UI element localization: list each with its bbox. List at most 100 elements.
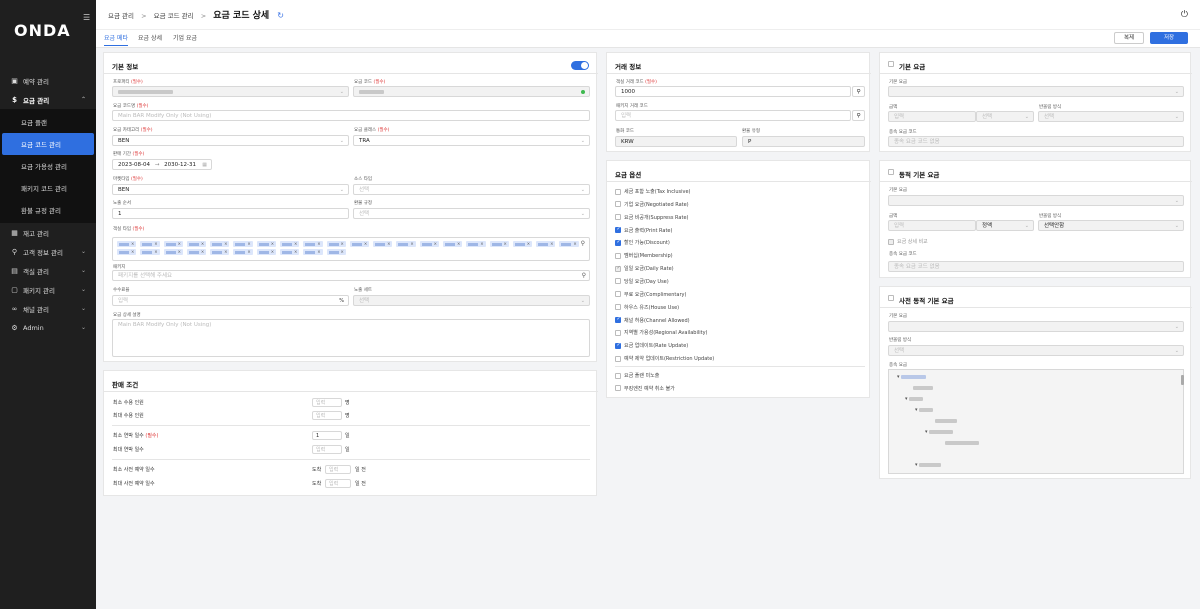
room-type-chip[interactable]: × — [233, 249, 253, 255]
rate-option-checkbox[interactable] — [615, 214, 621, 221]
rate-option-row[interactable]: 부킹엔진 예약 취소 불가 — [615, 385, 675, 392]
dynamic-rate-checkbox[interactable] — [888, 169, 894, 175]
room-type-chip[interactable]: × — [489, 241, 509, 247]
room-type-chip[interactable]: × — [233, 241, 253, 247]
room-type-chip[interactable]: × — [140, 241, 160, 247]
sidebar-item-channel[interactable]: ∞ 채널 관리 ⌄ — [0, 299, 96, 318]
market-select[interactable]: BEN ⌄ — [112, 184, 349, 195]
rate-option-row[interactable]: 무료 요금(Complimentary) — [615, 291, 686, 298]
rate-code-field[interactable] — [353, 86, 590, 97]
rate-option-row[interactable]: 지역별 가용성(Regional Availability) — [615, 329, 708, 336]
room-type-chip[interactable]: × — [442, 241, 463, 247]
tab-rate-detail[interactable]: 요금 상세 — [138, 33, 162, 42]
rate-option-row[interactable]: 요금 비공개(Suppress Rate) — [615, 214, 688, 221]
breadcrumb-rate[interactable]: 요금 관리 — [108, 12, 134, 20]
sub-code-tree[interactable]: ▾ ▾ ▾ ▾ ▾ — [888, 369, 1184, 474]
advance-rate-checkbox[interactable] — [888, 295, 894, 301]
scrollbar[interactable] — [1181, 375, 1184, 385]
rate-option-row[interactable]: 멤버십(Membership) — [615, 252, 673, 259]
room-type-chip[interactable]: × — [536, 241, 556, 247]
room-type-chip[interactable]: × — [373, 241, 393, 247]
room-trade-search-button[interactable]: ⚲ — [852, 86, 865, 97]
room-type-chip[interactable]: × — [210, 249, 230, 255]
rate-option-row[interactable]: 기업 요금(Negotiated Rate) — [615, 201, 689, 208]
rate-code-name-input[interactable]: Main BAR Modify Only (Not Using) — [112, 110, 590, 121]
sidebar-item-admin[interactable]: ⚙ Admin ⌄ — [0, 318, 96, 337]
sidebar-subitem-rate-code[interactable]: 요금 코드 관리 — [2, 133, 94, 155]
save-button[interactable]: 저장 — [1150, 32, 1188, 44]
rate-option-checkbox[interactable] — [615, 342, 621, 349]
tree-node[interactable] — [945, 440, 979, 446]
rate-option-checkbox[interactable] — [615, 252, 621, 259]
sidebar-item-reservation[interactable]: ▣ 예약 관리 — [0, 71, 96, 90]
room-type-chip[interactable]: × — [186, 249, 207, 255]
sidebar-subitem-refund-policy[interactable]: 환불 규정 관리 — [0, 199, 96, 221]
rate-option-row[interactable]: 일일 요금(Daily Rate) — [615, 265, 674, 272]
room-type-chip[interactable]: × — [256, 249, 277, 255]
rate-option-checkbox[interactable] — [615, 355, 621, 362]
rate-option-row[interactable]: 채널 허용(Channel Allowed) — [615, 316, 690, 324]
onda-logo[interactable]: ONDA — [14, 21, 71, 40]
max-guests-input[interactable]: 입력 — [312, 411, 342, 420]
rate-option-row[interactable]: 당일 요금(Day Use) — [615, 278, 669, 285]
rate-option-row[interactable]: 할인 가능(Discount) — [615, 239, 670, 246]
order-input[interactable]: 1 — [112, 208, 349, 219]
category-select[interactable]: BEN ⌄ — [112, 135, 349, 146]
room-type-multiselect[interactable]: × × × × × × × × × × × × × × × × × × × × … — [112, 237, 590, 261]
room-type-chip[interactable]: × — [303, 241, 323, 247]
room-type-chip[interactable]: × — [186, 241, 207, 247]
property-select[interactable]: ⌄ — [112, 86, 349, 97]
compare-checkbox-row[interactable]: 요금 상세 비교 — [888, 238, 928, 245]
rate-option-checkbox[interactable] — [615, 201, 621, 208]
sidebar-item-customer[interactable]: ⚲ 고객 정보 관리 ⌄ — [0, 242, 96, 261]
refund-select[interactable]: 선택 ⌄ — [353, 208, 590, 219]
min-advance-input[interactable]: 입력 — [325, 465, 351, 474]
room-type-chip[interactable]: × — [419, 241, 440, 247]
rate-option-checkbox[interactable] — [615, 316, 621, 323]
max-advance-input[interactable]: 입력 — [325, 479, 351, 488]
breadcrumb-rate-code[interactable]: 요금 코드 관리 — [154, 12, 194, 20]
search-icon[interactable]: ⚲ — [581, 240, 585, 247]
rate-option-row[interactable]: 세금 포함 노출(Tax Inclusive) — [615, 188, 691, 195]
sidebar-item-room[interactable]: ▤ 객실 관리 ⌄ — [0, 261, 96, 280]
exposure-select[interactable]: 선택 ⌄ — [353, 295, 590, 306]
rate-option-row[interactable]: 예약 제약 업데이트(Restriction Update) — [615, 355, 714, 362]
room-type-chip[interactable]: × — [396, 241, 416, 247]
rate-option-checkbox[interactable] — [615, 265, 621, 272]
tree-node[interactable]: ▾ — [905, 396, 924, 402]
rate-option-checkbox[interactable] — [615, 372, 621, 379]
tree-node[interactable] — [913, 385, 933, 391]
room-type-chip[interactable]: × — [279, 241, 300, 247]
period-range-picker[interactable]: 2023-08-04 → 2030-12-31 ▦ — [112, 159, 212, 170]
max-nights-input[interactable]: 입력 — [312, 445, 342, 454]
room-type-chip[interactable]: × — [256, 241, 277, 247]
sidebar-subitem-rate-availability[interactable]: 요금 가용성 관리 — [0, 155, 96, 177]
rate-option-checkbox[interactable] — [615, 278, 621, 285]
room-type-chip[interactable]: × — [512, 241, 533, 247]
room-type-chip[interactable]: × — [117, 249, 137, 255]
tree-node[interactable]: ▾ — [915, 462, 942, 468]
room-trade-input[interactable]: 1000 — [615, 86, 851, 97]
tree-node[interactable]: ▾ — [897, 374, 927, 380]
sidebar-subitem-package-code[interactable]: 패키지 코드 관리 — [0, 177, 96, 199]
source-select[interactable]: 선택 ⌄ — [353, 184, 590, 195]
room-type-chip[interactable]: × — [210, 241, 230, 247]
room-type-chip[interactable]: × — [559, 241, 579, 247]
package-trade-input[interactable]: 입력 — [615, 110, 851, 121]
room-type-chip[interactable]: × — [466, 241, 486, 247]
room-type-chip[interactable]: × — [163, 249, 183, 255]
rate-option-row[interactable]: 요금 업데이트(Rate Update) — [615, 342, 688, 349]
sidebar-item-rate[interactable]: $ 요금 관리 ⌃ — [0, 90, 96, 109]
room-type-chip[interactable]: × — [117, 241, 137, 247]
tab-corporate-rate[interactable]: 기업 요금 — [173, 33, 197, 42]
class-select[interactable]: TRA ⌄ — [353, 135, 590, 146]
tab-rate-meta[interactable]: 요금 메타 — [104, 33, 128, 46]
rate-option-row[interactable]: 하우스 유즈(House Use) — [615, 304, 679, 311]
rate-option-row[interactable]: 요금 출력(Print Rate) — [615, 226, 672, 234]
tree-node[interactable] — [935, 418, 957, 424]
room-type-chip[interactable]: × — [303, 249, 323, 255]
rate-option-row[interactable]: 요금 플랜 미노출 — [615, 372, 659, 379]
min-guests-input[interactable]: 입력 — [312, 398, 342, 407]
copy-button[interactable]: 복제 — [1114, 32, 1144, 44]
room-type-chip[interactable]: × — [279, 249, 300, 255]
